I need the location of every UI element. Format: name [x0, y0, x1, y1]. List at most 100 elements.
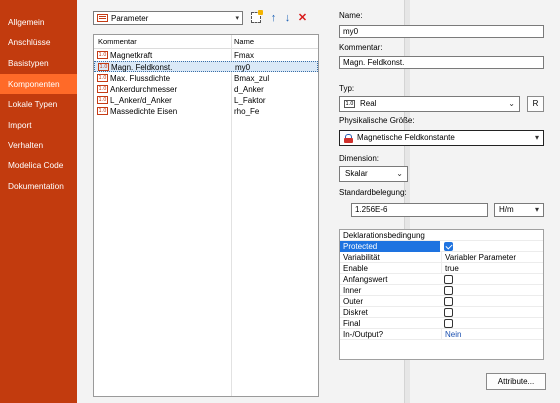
component-filter-select[interactable]: Parameter ▾: [93, 11, 243, 25]
row-name: my0: [235, 63, 251, 72]
row-name: rho_Fe: [234, 107, 260, 116]
sidebar-item-modelica-code[interactable]: Modelica Code: [0, 155, 77, 175]
real-type-icon: 1.0: [97, 107, 108, 115]
type-r-button[interactable]: R: [527, 96, 544, 112]
property-row-in-output[interactable]: In-/Output? Nein: [340, 329, 543, 340]
type-select[interactable]: 1.0 Real ⌄: [339, 96, 520, 112]
name-field[interactable]: my0: [339, 25, 544, 38]
dimension-label: Dimension:: [339, 154, 380, 163]
dimension-select[interactable]: Skalar ⌄: [339, 166, 408, 182]
quantity-icon: [344, 134, 353, 143]
property-row-anfangswert[interactable]: Anfangswert: [340, 274, 543, 285]
list-header: Kommentar Name: [94, 35, 318, 49]
main-area: Parameter ▾ ↑ ↓ ✕ Kommentar Name 1.0 Mag…: [77, 0, 560, 403]
quantity-select-value: Magnetische Feldkonstante: [357, 133, 455, 142]
protected-checkbox[interactable]: [444, 242, 453, 251]
default-value-label: Standardbelegung:: [339, 188, 407, 197]
property-row-inner[interactable]: Inner: [340, 285, 543, 296]
new-component-icon[interactable]: [251, 10, 263, 23]
property-key: Enable: [343, 264, 368, 273]
chevron-down-icon: ▾: [534, 205, 539, 214]
property-key: Diskret: [343, 308, 368, 317]
list-item-selected[interactable]: 1.0 Magn. Feldkonst. my0: [94, 61, 318, 72]
comment-field[interactable]: Magn. Feldkonst.: [339, 56, 544, 69]
sidebar-item-allgemein[interactable]: Allgemein: [0, 12, 77, 32]
row-comment: Massedichte Eisen: [110, 107, 178, 116]
row-comment: Magnetkraft: [110, 51, 153, 60]
row-name: d_Anker: [234, 85, 264, 94]
sidebar: Allgemein Anschlüsse Basistypen Komponen…: [0, 0, 77, 403]
in-output-value[interactable]: Nein: [441, 329, 543, 340]
property-key: Protected: [340, 241, 440, 252]
quantity-label: Physikalische Größe:: [339, 116, 415, 125]
default-value-field[interactable]: 1.256E-6: [351, 203, 488, 217]
list-item[interactable]: 1.0 Magnetkraft Fmax: [94, 50, 318, 61]
property-key: Anfangswert: [343, 275, 388, 284]
type-select-value: Real: [360, 99, 377, 108]
row-comment: L_Anker/d_Anker: [110, 96, 172, 105]
sidebar-item-verhalten[interactable]: Verhalten: [0, 135, 77, 155]
sidebar-item-anschluesse[interactable]: Anschlüsse: [0, 32, 77, 52]
chevron-down-icon: ⌄: [508, 99, 515, 108]
real-type-icon: 1.0: [98, 63, 109, 71]
row-name: L_Faktor: [234, 96, 266, 105]
unit-select[interactable]: H/m ▾: [494, 203, 544, 217]
move-down-icon[interactable]: ↓: [281, 11, 294, 25]
diskret-checkbox[interactable]: [444, 308, 453, 317]
row-name: Fmax: [234, 51, 254, 60]
property-key: Final: [343, 319, 361, 328]
delete-icon[interactable]: ✕: [296, 11, 309, 25]
inner-checkbox[interactable]: [444, 286, 453, 295]
property-key: In-/Output?: [343, 330, 384, 339]
real-type-icon: 1.0: [97, 96, 108, 104]
chevron-down-icon: ⌄: [396, 169, 403, 178]
variability-value[interactable]: Variabler Parameter: [441, 252, 543, 263]
component-list[interactable]: Kommentar Name 1.0 Magnetkraft Fmax 1.0 …: [93, 34, 319, 397]
sidebar-item-basistypen[interactable]: Basistypen: [0, 53, 77, 73]
list-item[interactable]: 1.0 L_Anker/d_Anker L_Faktor: [94, 95, 318, 106]
property-row-protected[interactable]: Protected: [340, 241, 543, 252]
property-row-final[interactable]: Final: [340, 318, 543, 329]
dimension-select-value: Skalar: [345, 169, 368, 178]
declaration-header: Deklarationsbedingung: [343, 231, 425, 240]
real-type-icon: 1.0: [97, 74, 108, 82]
quantity-select[interactable]: Magnetische Feldkonstante ▾: [339, 130, 544, 146]
sidebar-item-lokale-typen[interactable]: Lokale Typen: [0, 94, 77, 114]
declaration-header-row: Deklarationsbedingung: [340, 230, 543, 241]
component-filter-value: Parameter: [111, 14, 149, 23]
enable-value[interactable]: true: [441, 263, 543, 274]
column-header-comment[interactable]: Kommentar: [98, 37, 137, 47]
attributes-button[interactable]: Attribute...: [486, 373, 546, 390]
list-item[interactable]: 1.0 Massedichte Eisen rho_Fe: [94, 106, 318, 117]
parameter-icon: [97, 14, 108, 22]
chevron-down-icon: ▾: [235, 15, 239, 22]
type-label: Typ:: [339, 84, 355, 93]
property-key: Outer: [343, 297, 364, 306]
sidebar-item-import[interactable]: Import: [0, 115, 77, 135]
chevron-down-icon: ▾: [534, 133, 539, 142]
property-key: Inner: [343, 286, 362, 295]
property-row-diskret[interactable]: Diskret: [340, 307, 543, 318]
comment-label: Kommentar:: [339, 43, 383, 52]
sidebar-item-komponenten[interactable]: Komponenten: [0, 74, 77, 94]
column-header-name[interactable]: Name: [234, 37, 254, 47]
final-checkbox[interactable]: [444, 319, 453, 328]
unit-select-value: H/m: [499, 205, 514, 214]
row-comment: Max. Flussdichte: [110, 74, 171, 83]
list-item[interactable]: 1.0 Max. Flussdichte Bmax_zul: [94, 73, 318, 84]
property-row-enable[interactable]: Enable true: [340, 263, 543, 274]
properties-table[interactable]: Deklarationsbedingung Protected Variabil…: [339, 229, 544, 360]
outer-checkbox[interactable]: [444, 297, 453, 306]
anfangswert-checkbox[interactable]: [444, 275, 453, 284]
real-type-icon: 1.0: [344, 100, 355, 108]
real-type-icon: 1.0: [97, 51, 108, 59]
property-row-outer[interactable]: Outer: [340, 296, 543, 307]
real-type-icon: 1.0: [97, 85, 108, 93]
move-up-icon[interactable]: ↑: [267, 11, 280, 25]
sidebar-item-dokumentation[interactable]: Dokumentation: [0, 176, 77, 196]
row-name: Bmax_zul: [234, 74, 270, 83]
list-item[interactable]: 1.0 Ankerdurchmesser d_Anker: [94, 84, 318, 95]
property-key: Variabilität: [343, 253, 380, 262]
property-row-variabilitaet[interactable]: Variabilität Variabler Parameter: [340, 252, 543, 263]
row-comment: Ankerdurchmesser: [110, 85, 178, 94]
